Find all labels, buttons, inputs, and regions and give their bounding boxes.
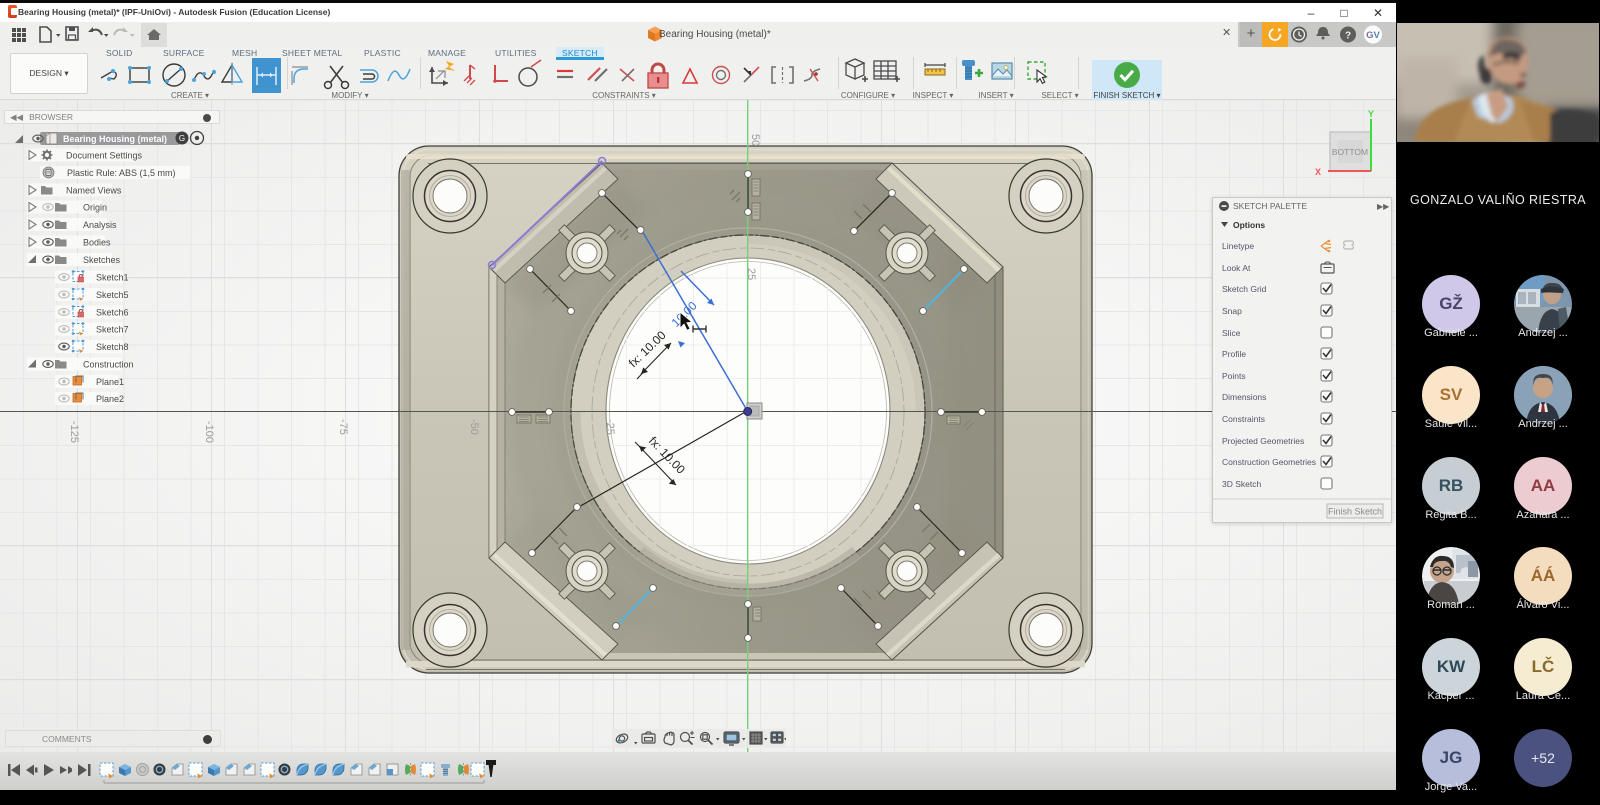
svg-text:?: ?	[1345, 31, 1351, 42]
svg-text:25: 25	[745, 268, 757, 280]
svg-text:Named Views: Named Views	[66, 186, 122, 196]
svg-text:-75: -75	[337, 419, 349, 435]
svg-text:Projected Geometries: Projected Geometries	[1222, 436, 1304, 446]
svg-text:Sketch7: Sketch7	[96, 325, 129, 335]
svg-text:Sketch1: Sketch1	[96, 273, 129, 283]
svg-text:Origin: Origin	[83, 203, 107, 213]
svg-text:Construction Geometries: Construction Geometries	[1222, 457, 1316, 467]
svg-text:Sketch Grid: Sketch Grid	[1222, 284, 1267, 294]
svg-text:Construction: Construction	[83, 360, 134, 370]
svg-text:-50: -50	[468, 419, 480, 435]
svg-text:-125: -125	[68, 421, 80, 443]
svg-text:3D Sketch: 3D Sketch	[1222, 479, 1261, 489]
svg-text:Plastic Rule: ABS (1,5 mm): Plastic Rule: ABS (1,5 mm)	[67, 168, 176, 178]
svg-text:Sketch6: Sketch6	[96, 308, 129, 318]
svg-text:50: 50	[749, 134, 761, 146]
svg-text:-100: -100	[203, 421, 215, 443]
svg-text:Plane1: Plane1	[96, 377, 124, 387]
svg-text:Finish Sketch: Finish Sketch	[1328, 507, 1382, 517]
svg-text:Linetype: Linetype	[1222, 241, 1254, 251]
svg-text:X: X	[1315, 167, 1321, 177]
svg-text:SKETCH PALETTE: SKETCH PALETTE	[1233, 201, 1307, 211]
svg-text:Analysis: Analysis	[83, 220, 117, 230]
svg-text:Profile: Profile	[1222, 349, 1246, 359]
svg-text:Bodies: Bodies	[83, 238, 111, 248]
svg-text:Sketch8: Sketch8	[96, 342, 129, 352]
svg-text:G: G	[179, 134, 185, 143]
svg-text:Constraints: Constraints	[1222, 414, 1265, 424]
svg-text:Sketch5: Sketch5	[96, 290, 129, 300]
svg-text:▶▶: ▶▶	[1377, 202, 1390, 211]
svg-text:Plane2: Plane2	[96, 394, 124, 404]
svg-text:Bearing Housing (metal): Bearing Housing (metal)	[63, 134, 167, 144]
svg-text:Document Settings: Document Settings	[66, 151, 143, 161]
svg-text:Snap: Snap	[1222, 306, 1242, 316]
svg-text:Options: Options	[1233, 220, 1265, 230]
svg-text:Points: Points	[1222, 371, 1246, 381]
svg-text:Sketches: Sketches	[83, 255, 121, 265]
svg-text:-25: -25	[604, 419, 616, 435]
svg-text:BOTTOM: BOTTOM	[1332, 147, 1368, 157]
svg-text:Dimensions: Dimensions	[1222, 392, 1266, 402]
svg-text:Look At: Look At	[1222, 263, 1251, 273]
svg-text:Slice: Slice	[1222, 328, 1241, 338]
svg-text:GV: GV	[1366, 30, 1380, 41]
svg-text:Y: Y	[1368, 109, 1374, 119]
